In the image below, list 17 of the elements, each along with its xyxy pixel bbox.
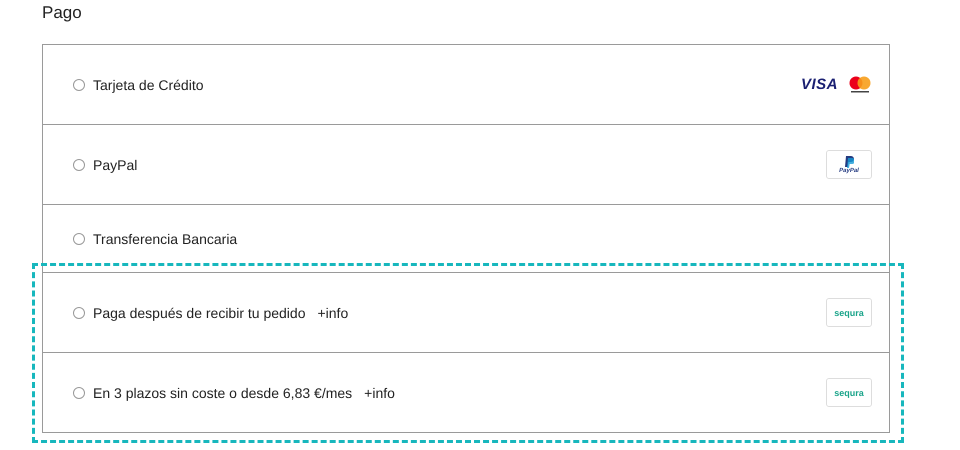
radio-button[interactable]: [73, 78, 85, 90]
option-label: PayPal: [93, 156, 138, 172]
mastercard-logo: [848, 76, 872, 93]
radio-button[interactable]: [73, 232, 85, 244]
radio-button[interactable]: [73, 386, 85, 398]
info-link[interactable]: +info: [364, 384, 395, 400]
sequra-logo: sequra: [826, 298, 872, 327]
section-title: Pago: [42, 3, 82, 23]
option-label: En 3 plazos sin coste o desde 6,83 €/mes: [93, 384, 352, 400]
radio-button[interactable]: [73, 306, 85, 318]
sequra-logo: sequra: [826, 378, 872, 407]
radio-button[interactable]: [73, 158, 85, 170]
option-label: Paga después de recibir tu pedido: [93, 304, 306, 320]
option-label: Tarjeta de Crédito: [93, 76, 204, 92]
visa-logo: VISA: [800, 76, 838, 93]
option-label: Transferencia Bancaria: [93, 230, 238, 246]
info-link[interactable]: +info: [317, 304, 348, 320]
